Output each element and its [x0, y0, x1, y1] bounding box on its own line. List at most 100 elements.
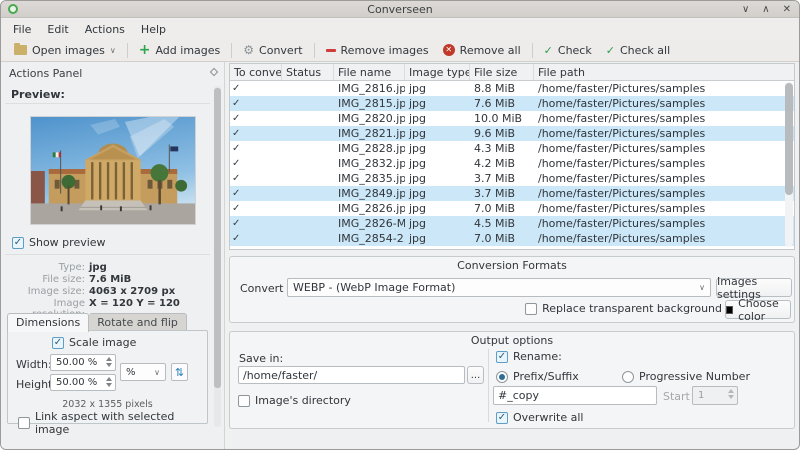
row-check-icon[interactable]: ✓ [230, 216, 282, 231]
checkbox-icon[interactable] [525, 302, 538, 315]
unit-combobox[interactable]: % ∨ [120, 363, 166, 381]
table-scrollbar[interactable] [785, 82, 793, 247]
toolbar: Open images ∨ + Add images ⚙ Convert Rem… [1, 39, 799, 62]
toolbar-separator [126, 42, 128, 58]
overwrite-all-checkbox[interactable]: Overwrite all [496, 411, 583, 424]
cell-image-type: jpg [409, 97, 427, 110]
panel-scrollbar-thumb[interactable] [214, 88, 221, 388]
table-row[interactable]: ✓ IMG_2826.jpg jpg 7.0 MiB/home/faster/Pict… [230, 201, 794, 216]
show-preview-label: Show preview [29, 236, 106, 249]
row-check-icon[interactable]: ✓ [230, 141, 282, 156]
spinner-arrows-icon[interactable] [106, 377, 112, 387]
close-button[interactable]: ✕ [783, 1, 791, 18]
table-row[interactable]: ✓ IMG_2826-M... jpg 4.5 MiB/home/faster/Pic… [230, 216, 794, 231]
converseen-window: Converseen ∨ ∧ ✕ File Edit Actions Help … [0, 0, 800, 450]
cell-file-size: 10.0 MiB [474, 112, 523, 125]
table-row[interactable]: ✓ IMG_2815.jpg jpg 7.6 MiB/home/faster/Pict… [230, 96, 794, 111]
row-check-icon[interactable]: ✓ [230, 186, 282, 201]
convert-button[interactable]: ⚙ Convert [236, 42, 309, 59]
remove-all-button[interactable]: ✕ Remove all [436, 42, 528, 59]
col-status[interactable]: Status [282, 64, 334, 80]
titlebar[interactable]: Converseen ∨ ∧ ✕ [1, 1, 799, 18]
row-check-icon[interactable]: ✓ [230, 156, 282, 171]
row-check-icon[interactable]: ✓ [230, 171, 282, 186]
checkbox-icon[interactable] [496, 350, 508, 363]
table-scrollbar-thumb[interactable] [785, 83, 793, 195]
panel-scrollbar[interactable] [214, 86, 221, 427]
col-file-size[interactable]: File size [470, 64, 534, 80]
row-check-icon[interactable]: ✓ [230, 81, 282, 96]
radio-icon[interactable] [622, 370, 634, 383]
table-row[interactable]: ✓ IMG_2854-2.j... jpg 7.0 MiB/home/faster/P… [230, 231, 794, 246]
tab-dimensions[interactable]: Dimensions [7, 313, 90, 332]
remove-images-button[interactable]: Remove images [319, 42, 436, 59]
conversion-formats-group: Conversion Formats Convert to: WEBP - (W… [229, 256, 795, 323]
cell-file-name: IMG_2849.jpg [338, 187, 405, 200]
rename-checkbox[interactable]: Rename: [496, 350, 562, 363]
rename-pattern-input[interactable] [493, 386, 657, 405]
table-row[interactable]: ✓ IMG_2835.jpg jpg 3.7 MiB/home/faster/Pict… [230, 171, 794, 186]
show-preview-checkbox[interactable]: Show preview [12, 236, 106, 249]
overwrite-all-label: Overwrite all [513, 411, 584, 424]
table-row[interactable]: ✓ IMG_2816.jpg jpg 8.8 MiB/home/faster/Pict… [230, 81, 794, 96]
maximize-button[interactable]: ∧ [762, 1, 769, 18]
row-check-icon[interactable]: ✓ [230, 111, 282, 126]
app-icon [8, 4, 18, 14]
choose-color-button[interactable]: Choose color [725, 297, 791, 323]
minimize-button[interactable]: ∨ [742, 1, 749, 18]
col-file-name[interactable]: File name [334, 64, 405, 80]
table-row[interactable]: ✓ IMG_2820.jpg jpg 10.0 MiB/home/faster/Pic… [230, 111, 794, 126]
link-aspect-checkbox[interactable]: Link aspect with selected image [18, 410, 207, 436]
cell-status [282, 111, 334, 126]
menu-edit[interactable]: Edit [39, 21, 76, 38]
menu-file[interactable]: File [5, 21, 39, 38]
width-value: 50.00 % [56, 357, 98, 368]
radio-icon[interactable] [496, 370, 508, 383]
cell-file-size: 7.0 MiB [474, 232, 516, 245]
col-to-convert[interactable]: To convert [230, 64, 282, 80]
checkbox-icon[interactable] [496, 411, 508, 424]
prefix-suffix-radio[interactable]: Prefix/Suffix [496, 370, 579, 383]
swap-dimensions-button[interactable]: ⇅ [171, 363, 188, 381]
gear-icon: ⚙ [243, 43, 255, 57]
check-button[interactable]: ✓ Check [537, 42, 599, 59]
save-in-input[interactable] [238, 366, 465, 384]
checkbox-icon[interactable] [18, 417, 30, 429]
checkbox-icon[interactable] [238, 394, 250, 407]
progressive-number-radio[interactable]: Progressive Number [622, 370, 750, 383]
minus-icon [325, 48, 336, 52]
start-with-spinner[interactable]: 1 [692, 386, 738, 405]
add-images-button[interactable]: + Add images [132, 42, 228, 59]
height-spinner[interactable]: 50.00 % [50, 374, 116, 391]
menu-help[interactable]: Help [133, 21, 174, 38]
row-check-icon[interactable]: ✓ [230, 231, 282, 246]
replace-background-checkbox[interactable]: Replace transparent background [525, 302, 722, 315]
col-image-type[interactable]: Image type [405, 64, 470, 80]
table-row[interactable]: ✓ IMG_2821.jpg jpg 9.6 MiB/home/faster/Pict… [230, 126, 794, 141]
spinner-arrows-icon[interactable] [106, 357, 112, 367]
col-file-path[interactable]: File path [534, 64, 794, 80]
format-combobox[interactable]: WEBP - (WebP Image Format) ∨ [287, 278, 711, 297]
menu-actions[interactable]: Actions [77, 21, 133, 38]
check-all-button[interactable]: ✓ Check all [599, 42, 677, 59]
row-check-icon[interactable]: ✓ [230, 126, 282, 141]
actions-panel: Actions Panel Preview: ✓ Show preview Ty… [1, 62, 225, 449]
chevron-down-icon[interactable]: ∨ [110, 46, 116, 55]
row-check-icon[interactable]: ✓ [230, 96, 282, 111]
checkbox-icon[interactable] [52, 336, 64, 349]
table-row[interactable]: ✓ IMG_2832.jpg jpg 4.2 MiB/home/faster/Pict… [230, 156, 794, 171]
divider [5, 103, 210, 104]
open-images-button[interactable]: Open images ∨ [7, 42, 123, 59]
width-spinner[interactable]: 50.00 % [50, 354, 116, 371]
table-row[interactable]: ✓ IMG_2828.jpg jpg 4.3 MiB/home/faster/Pict… [230, 141, 794, 156]
scale-image-checkbox[interactable]: Scale image [52, 336, 136, 349]
float-panel-icon[interactable] [209, 67, 219, 77]
images-settings-button[interactable]: Images settings [716, 275, 792, 301]
cell-status [282, 171, 334, 186]
browse-button[interactable]: ... [467, 366, 484, 384]
row-check-icon[interactable]: ✓ [230, 201, 282, 216]
check-icon: ✓ [543, 43, 553, 57]
table-row[interactable]: ✓ IMG_2849.jpg jpg 3.7 MiB/home/faster/Pict… [230, 186, 794, 201]
images-directory-checkbox[interactable]: Image's directory [238, 394, 351, 407]
checkbox-icon[interactable] [12, 236, 24, 249]
